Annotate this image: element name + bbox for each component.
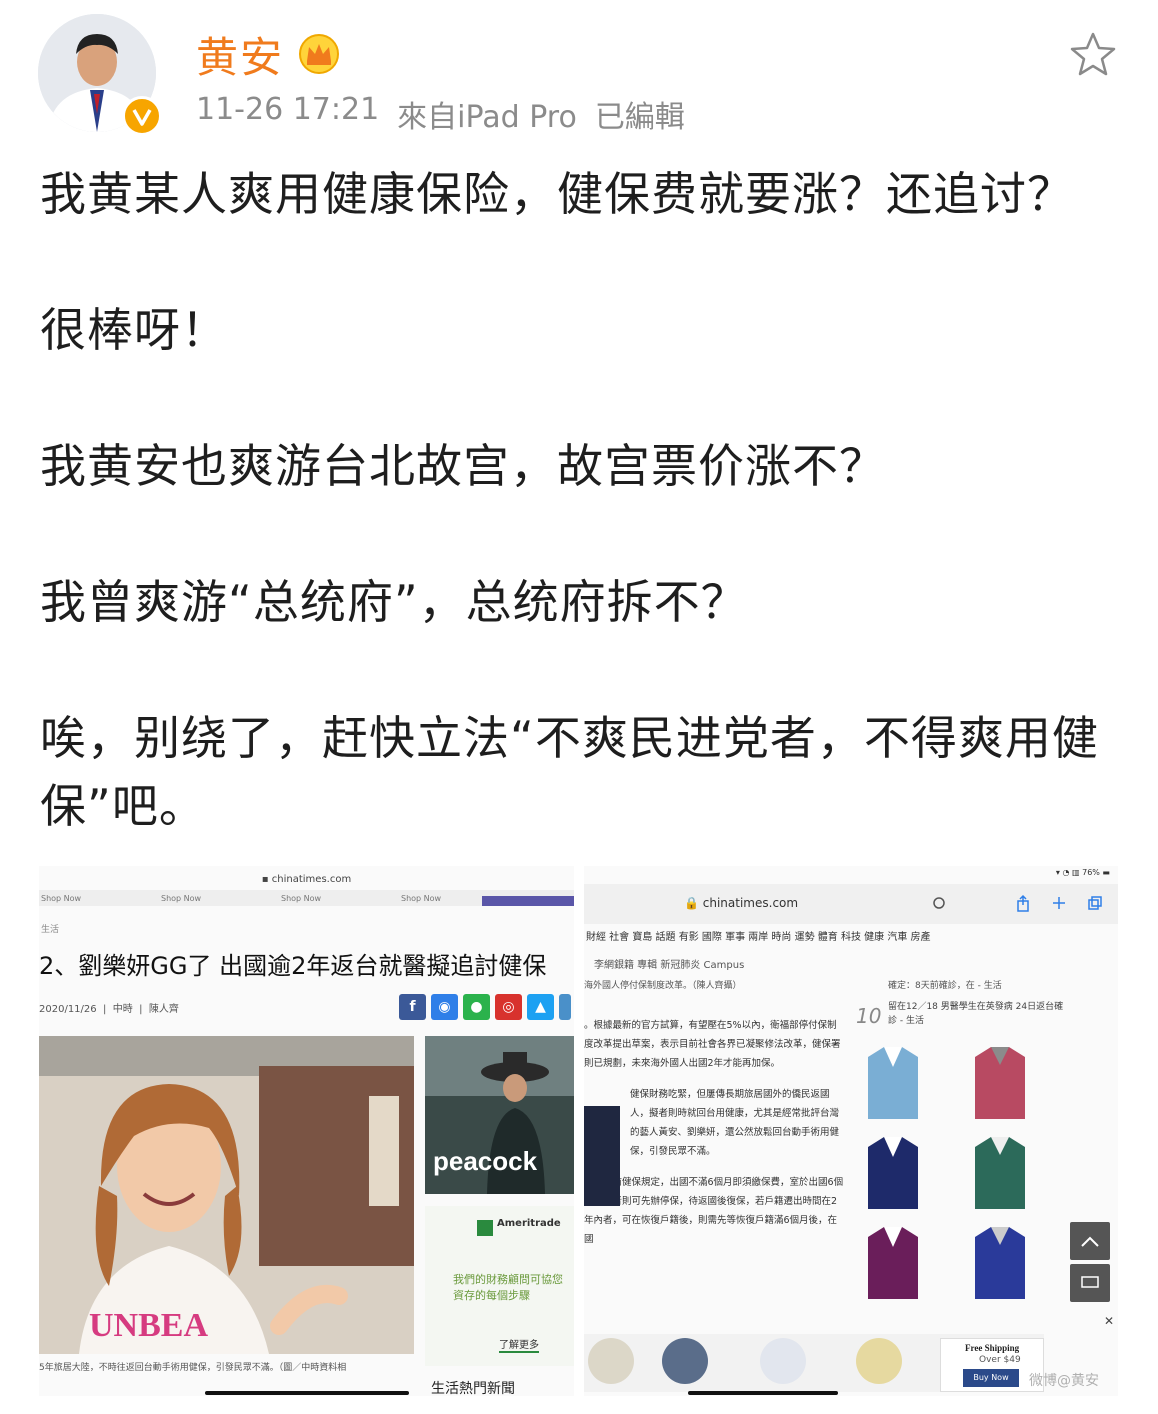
photo-caption: 5年旅居大陸，不時往返回台動手術用健保，引發民眾不滿。（圖／中時資料相 <box>39 1363 347 1373</box>
rank-title: 留在12／18 男醫學生在英發病 24日返台確診 - 生活 <box>888 1002 1064 1026</box>
hot-news-label: 生活熱門新聞 <box>431 1381 515 1396</box>
food-image <box>760 1338 806 1384</box>
weibo-icon: ◎ <box>495 994 522 1020</box>
chevron-up-icon <box>1081 1236 1099 1247</box>
post-body: 我黄某人爽用健康保险，健保费就要涨？还追讨？ 很棒呀！ 我黄安也爽游台北故宫，故… <box>40 160 1120 840</box>
username-row: 黄安 <box>196 24 340 84</box>
post-meta: 11-26 17:21 來自iPad Pro 已編輯 <box>196 92 685 136</box>
avatar-wrap[interactable] <box>38 14 162 136</box>
article-paragraph: 健保財務吃緊，但屢傳長期旅居國外的僑民返國人，擬者則時就回台用健康，尤其是經常批… <box>630 1089 840 1157</box>
learn-more-link[interactable]: 了解更多 <box>499 1336 539 1353</box>
photo-caption: 海外國人停付保制度改革。（陳人齊攝） <box>584 981 742 991</box>
ranked-prev: 確定：8天前確診，在 - 生活 <box>888 981 1002 991</box>
shirt-product <box>975 1047 1025 1119</box>
browser-url: ▪ chinatimes.com <box>261 874 352 885</box>
article-paragraph: 依照目前健保規定，出國不滿6個月即須繳保費，室於出國6個月以上者則可先辦停保，待… <box>584 1177 844 1245</box>
home-indicator <box>688 1391 838 1395</box>
article-text: 。根據最新的官方試算，有望壓在5%以內，衛福部停付保制度改革提出草案，表示目前社… <box>584 1016 846 1261</box>
attached-image-1[interactable]: ▪ chinatimes.com Shop Now Shop Now Shop … <box>39 866 574 1396</box>
ad2-text: 我們的財務顧問可協您資存的每個步驟 <box>453 1273 563 1302</box>
shirt-product <box>868 1137 918 1209</box>
shirt-product <box>868 1227 918 1299</box>
shirt-product <box>975 1227 1025 1299</box>
site-navbar: Shop Now Shop Now Shop Now Shop Now <box>39 890 574 906</box>
post-paragraph: 我黄安也爽游台北故宫，故宫票价涨不？ <box>40 439 886 493</box>
floating-buttons <box>1070 1222 1110 1302</box>
ad2-brand: Ameritrade <box>497 1218 561 1229</box>
comment-button[interactable] <box>1070 1264 1110 1302</box>
safari-toolbar: 🔒 chinatimes.com <box>584 884 1118 924</box>
food-image <box>588 1338 634 1384</box>
twitter-icon: ▲ <box>527 994 554 1020</box>
food-image <box>662 1338 708 1384</box>
shirt-product <box>868 1047 918 1119</box>
article-thumbnail <box>584 1106 620 1206</box>
post-paragraph: 我曾爽游“总统府”，总统府拆不？ <box>40 575 748 629</box>
ad-brand: peacock <box>433 1146 538 1176</box>
post-source: 來自iPad Pro <box>397 100 577 135</box>
article-paragraph: 。根據最新的官方試算，有望壓在5%以內，衛福部停付保制度改革提出草案，表示目前社… <box>584 1020 841 1069</box>
woman-photo: UNBEA <box>39 1036 414 1354</box>
food-image <box>856 1338 902 1384</box>
facebook-icon: f <box>399 994 426 1020</box>
product-ad-grid[interactable] <box>862 1041 1052 1303</box>
status-bar: ▾ ◔ ▥ 76% ▬ <box>1055 868 1110 877</box>
ship-title: Free Shipping <box>965 1343 1020 1353</box>
verified-v-icon <box>122 96 162 136</box>
nav-item: Shop Now <box>161 894 202 903</box>
home-indicator <box>205 1391 409 1395</box>
article-dateline: 2020/11/26 | 中時 | 陳人齊 <box>39 1004 179 1015</box>
messenger-icon: ◉ <box>431 994 458 1020</box>
post-header: 黄安 11-26 17:21 來自iPad Pro 已編輯 <box>0 0 1158 150</box>
post-paragraph: 我黄某人爽用健康保险，健保费就要涨？还追讨？ <box>40 167 1074 221</box>
add-tab-icon <box>1053 897 1065 909</box>
article-headline: 2、劉樂妍GG了 出國逾2年返台就醫擬追討健保 <box>39 952 547 980</box>
vip-crown-icon <box>299 34 340 74</box>
back-to-top-button[interactable] <box>1070 1222 1110 1260</box>
nav-item: Shop Now <box>401 894 442 903</box>
line-icon: ● <box>463 994 490 1020</box>
browser-url: 🔒 chinatimes.com <box>684 896 799 910</box>
tabs-icon <box>1088 896 1102 910</box>
share-buttons: f ◉ ● ◎ ▲ <box>399 994 571 1020</box>
close-ad-icon[interactable]: ✕ <box>1104 1314 1114 1328</box>
edited-label[interactable]: 已編輯 <box>595 92 685 136</box>
weibo-watermark: 微博@黄安 <box>1029 1373 1099 1389</box>
shirt-product <box>975 1137 1025 1209</box>
nav-accent <box>482 896 574 906</box>
article-photo: UNBEA <box>39 1036 414 1354</box>
post-paragraph: 很棒呀！ <box>40 303 228 357</box>
nav-item: Shop Now <box>281 894 322 903</box>
buy-now-button[interactable]: Buy Now <box>963 1369 1019 1387</box>
section-label: 生活 <box>41 925 60 935</box>
peacock-ad[interactable]: peacock <box>425 1036 574 1194</box>
category-nav-2: 李網銀籍 專輯 新冠肺炎 Campus <box>594 960 745 971</box>
ship-sub: Over $49 <box>979 1355 1021 1365</box>
username[interactable]: 黄安 <box>196 24 284 85</box>
ameritrade-logo-icon <box>477 1220 493 1236</box>
post-paragraph: 唉，别绕了，赶快立法“不爽民进党者，不得爽用健保”吧。 <box>40 711 1099 833</box>
reload-icon <box>933 897 945 909</box>
share-more-icon <box>559 994 571 1020</box>
nav-item: Shop Now <box>41 894 82 903</box>
favorite-star-icon[interactable] <box>1068 30 1118 80</box>
attached-image-2[interactable]: ▾ ◔ ▥ 76% ▬ 🔒 chinatimes.com 財經 社會 寶島 話題… <box>584 866 1118 1396</box>
svg-text:UNBEA: UNBEA <box>89 1307 208 1344</box>
rank-number: 10 <box>856 1004 882 1028</box>
ameritrade-ad[interactable]: Ameritrade 我們的財務顧問可協您資存的每個步驟 了解更多 <box>425 1206 574 1366</box>
comment-icon <box>1081 1276 1099 1288</box>
category-nav: 財經 社會 寶島 話題 有影 國際 軍事 兩岸 時尚 運勢 體育 科技 健康 汽… <box>586 932 931 943</box>
post-timestamp: 11-26 17:21 <box>196 92 380 127</box>
share-icon <box>1017 894 1029 912</box>
